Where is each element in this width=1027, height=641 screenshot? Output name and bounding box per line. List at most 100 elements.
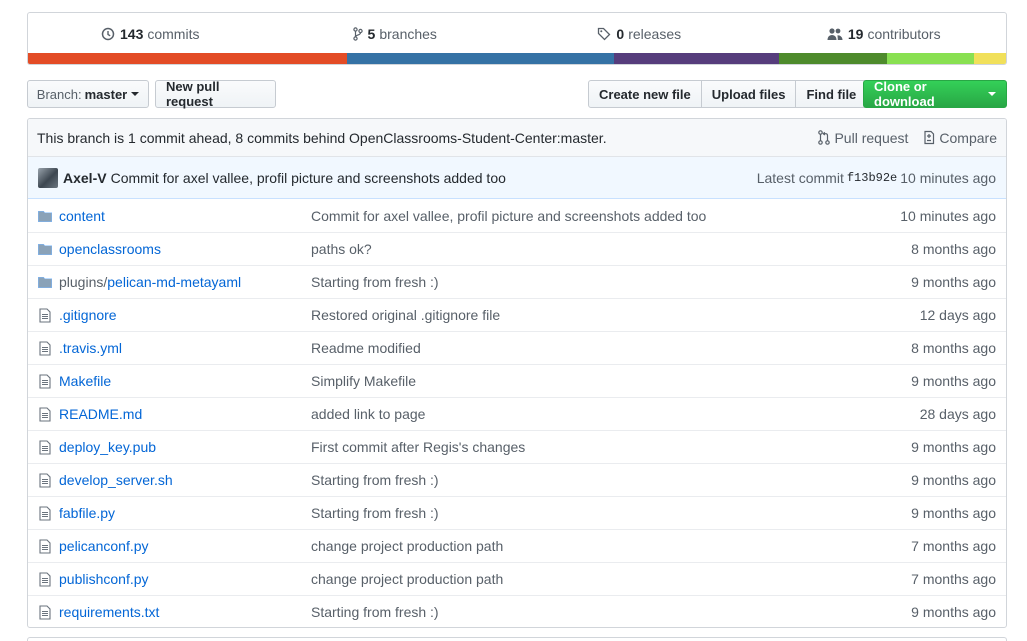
file-commit-message[interactable]: Starting from fresh :) [311, 274, 866, 290]
file-commit-age: 7 months ago [911, 538, 996, 554]
file-icon [37, 307, 53, 323]
branch-status-message: This branch is 1 commit ahead, 8 commits… [37, 129, 607, 146]
file-name: .travis.yml [59, 340, 122, 356]
file-name: content [59, 207, 105, 224]
file-name-link[interactable]: deploy_key.pub [59, 439, 311, 455]
table-row: .travis.yml Readme modified 8 months ago [28, 331, 1006, 364]
file-name-link[interactable]: content [59, 208, 311, 224]
file-name-link[interactable]: plugins/pelican-md-metayaml [59, 274, 311, 290]
chevron-down-icon [988, 92, 996, 96]
table-row: develop_server.sh Starting from fresh :) 9… [28, 463, 1006, 496]
commits-link[interactable]: 143 commits [28, 13, 273, 55]
branch-prefix: Branch: [36, 86, 82, 102]
pull-request-link[interactable]: Pull request [818, 130, 908, 146]
file-navigation: This branch is 1 commit ahead, 8 commits… [27, 118, 1007, 628]
folder-icon [37, 210, 53, 222]
file-name-link[interactable]: README.md [59, 406, 311, 422]
contributors-link[interactable]: 19 contributors [762, 13, 1007, 55]
file-commit-message[interactable]: Starting from fresh :) [311, 505, 866, 521]
file-commit-age: 8 months ago [911, 241, 996, 257]
file-name-link[interactable]: publishconf.py [59, 571, 311, 587]
contributors-count: 19 [847, 26, 864, 42]
file-commit-age: 9 months ago [911, 274, 996, 290]
file-name: pelicanconf.py [59, 538, 149, 554]
file-icon [37, 538, 53, 554]
branch-select-button[interactable]: Branch: master [27, 80, 149, 108]
file-commit-age: 9 months ago [911, 439, 996, 455]
file-name: .gitignore [59, 307, 117, 323]
contributors-label: contributors [867, 26, 941, 42]
file-name-link[interactable]: openclassrooms [59, 241, 311, 257]
file-name-link[interactable]: .travis.yml [59, 340, 311, 356]
file-name: Makefile [59, 373, 112, 389]
file-icon [37, 604, 53, 620]
clone-download-button[interactable]: Clone or download [863, 79, 1007, 109]
diff-icon [922, 130, 935, 145]
file-name-link[interactable]: pelicanconf.py [59, 538, 311, 554]
branches-link[interactable]: 5 branches [273, 13, 518, 55]
language-segment[interactable] [613, 53, 780, 64]
file-name-link[interactable]: develop_server.sh [59, 472, 311, 488]
file-icon [37, 406, 53, 422]
file-commit-message[interactable]: paths ok? [311, 241, 866, 257]
language-segment[interactable] [886, 53, 974, 64]
file-commit-message[interactable]: change project production path [311, 538, 866, 554]
language-segment[interactable] [28, 53, 347, 64]
file-name: develop_server.sh [59, 472, 173, 488]
tag-icon [597, 27, 611, 41]
commit-sha[interactable]: f13b92e [847, 171, 897, 185]
table-row: content Commit for axel vallee, profil pi… [28, 199, 1006, 232]
language-segment[interactable] [346, 53, 614, 64]
file-name: requirements.txt [59, 604, 160, 620]
commit-message[interactable]: Commit for axel vallee, profil picture a… [111, 170, 757, 186]
language-segment[interactable] [779, 53, 887, 64]
language-bar[interactable] [28, 53, 1006, 64]
file-commit-message[interactable]: added link to page [311, 406, 866, 422]
file-commit-age: 12 days ago [919, 307, 996, 323]
latest-commit-bar: Axel-V Commit for axel vallee, profil pi… [28, 157, 1006, 199]
file-commit-message[interactable]: Starting from fresh :) [311, 604, 866, 620]
upload-files-button[interactable]: Upload files [700, 80, 797, 108]
folder-icon [37, 276, 53, 288]
file-commit-message[interactable]: Starting from fresh :) [311, 472, 866, 488]
table-row: requirements.txt Starting from fresh :) 9 … [28, 595, 1006, 627]
find-file-button[interactable]: Find file [795, 80, 868, 108]
releases-link[interactable]: 0 releases [517, 13, 762, 55]
create-new-file-button[interactable]: Create new file [588, 80, 702, 108]
new-pull-request-button[interactable]: New pull request [155, 79, 276, 109]
file-name: README.md [59, 406, 143, 422]
table-row: deploy_key.pub First commit after Regis's… [28, 430, 1006, 463]
releases-count: 0 [616, 26, 625, 42]
pull-request-icon [818, 130, 831, 145]
file-name-link[interactable]: .gitignore [59, 307, 311, 323]
file-actions-group: Create new file Upload files Find file [588, 80, 868, 108]
file-commit-message[interactable]: change project production path [311, 571, 866, 587]
avatar[interactable] [38, 167, 58, 188]
file-name: fabfile.py [59, 505, 116, 521]
file-commit-message[interactable]: Readme modified [311, 340, 866, 356]
file-name-link[interactable]: requirements.txt [59, 604, 311, 620]
file-name: pelican-md-metayaml [107, 274, 242, 290]
branch-icon [352, 27, 363, 41]
table-row: README.md added link to page 28 days ago [28, 397, 1006, 430]
commits-label: commits [147, 26, 200, 42]
file-name-link[interactable]: fabfile.py [59, 505, 311, 521]
file-name: publishconf.py [59, 571, 149, 587]
file-icon [37, 472, 53, 488]
file-commit-age: 9 months ago [911, 373, 996, 389]
repo-summary: 143 commits 5 branches 0 releases 19 con… [27, 12, 1007, 65]
commit-author[interactable]: Axel-V [63, 170, 107, 186]
file-name-link[interactable]: Makefile [59, 373, 311, 389]
compare-link[interactable]: Compare [922, 130, 997, 146]
file-commit-message[interactable]: Restored original .gitignore file [311, 307, 866, 323]
file-commit-age: 9 months ago [911, 604, 996, 620]
table-row: pelicanconf.py change project production … [28, 529, 1006, 562]
file-commit-message[interactable]: Commit for axel vallee, profil picture a… [311, 208, 866, 224]
pull-request-label: Pull request [834, 129, 909, 146]
file-commit-age: 28 days ago [919, 406, 996, 422]
file-commit-message[interactable]: First commit after Regis's changes [311, 439, 866, 455]
language-segment[interactable] [973, 53, 1006, 64]
file-icon [37, 373, 53, 389]
file-icon [37, 340, 53, 356]
file-commit-message[interactable]: Simplify Makefile [311, 373, 866, 389]
